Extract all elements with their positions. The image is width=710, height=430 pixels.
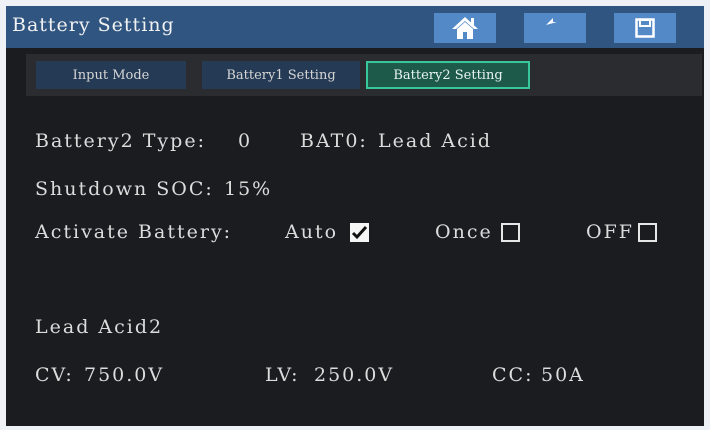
battery-setting-screen: Battery Setting Input Mode Battery1 Sett…: [6, 6, 704, 426]
cv-value[interactable]: 750.0V: [84, 364, 164, 386]
save-button[interactable]: [614, 13, 676, 43]
checkmark-icon: [351, 225, 368, 240]
once-checkbox[interactable]: [501, 223, 520, 242]
cc-value[interactable]: 50A: [541, 364, 585, 386]
cv-label: CV:: [35, 364, 74, 386]
tab-label: Input Mode: [72, 67, 150, 83]
bat-value[interactable]: Lead Acid: [378, 130, 492, 152]
tab-battery2-setting[interactable]: Battery2 Setting: [366, 61, 530, 89]
title-bar: Battery Setting: [6, 6, 704, 48]
option-auto-label: Auto: [285, 221, 339, 243]
back-button[interactable]: [524, 13, 586, 43]
lv-value[interactable]: 250.0V: [314, 364, 394, 386]
option-off-label: OFF: [586, 221, 634, 243]
home-button[interactable]: [434, 13, 496, 43]
off-checkbox[interactable]: [638, 223, 657, 242]
bat-label: BAT0:: [300, 130, 368, 152]
home-icon: [452, 17, 478, 39]
auto-checkbox[interactable]: [350, 223, 369, 242]
tab-bar: Input Mode Battery1 Setting Battery2 Set…: [26, 54, 702, 96]
tab-input-mode[interactable]: Input Mode: [36, 61, 186, 89]
cc-label: CC:: [492, 364, 534, 386]
shutdown-soc-label: Shutdown SOC:: [35, 178, 214, 200]
tab-battery1-setting[interactable]: Battery1 Setting: [202, 61, 360, 89]
activate-battery-label: Activate Battery:: [35, 221, 233, 243]
profile-name: Lead Acid2: [35, 316, 164, 338]
tab-label: Battery2 Setting: [393, 67, 503, 83]
back-arrow-icon: [546, 18, 557, 25]
option-once-label: Once: [435, 221, 493, 243]
page-title: Battery Setting: [12, 14, 175, 36]
save-icon: [635, 18, 655, 38]
tab-label: Battery1 Setting: [226, 67, 336, 83]
shutdown-soc-value[interactable]: 15%: [224, 178, 272, 200]
battery-type-label: Battery2 Type:: [35, 130, 206, 152]
lv-label: LV:: [265, 364, 300, 386]
battery-type-value[interactable]: 0: [238, 130, 252, 152]
